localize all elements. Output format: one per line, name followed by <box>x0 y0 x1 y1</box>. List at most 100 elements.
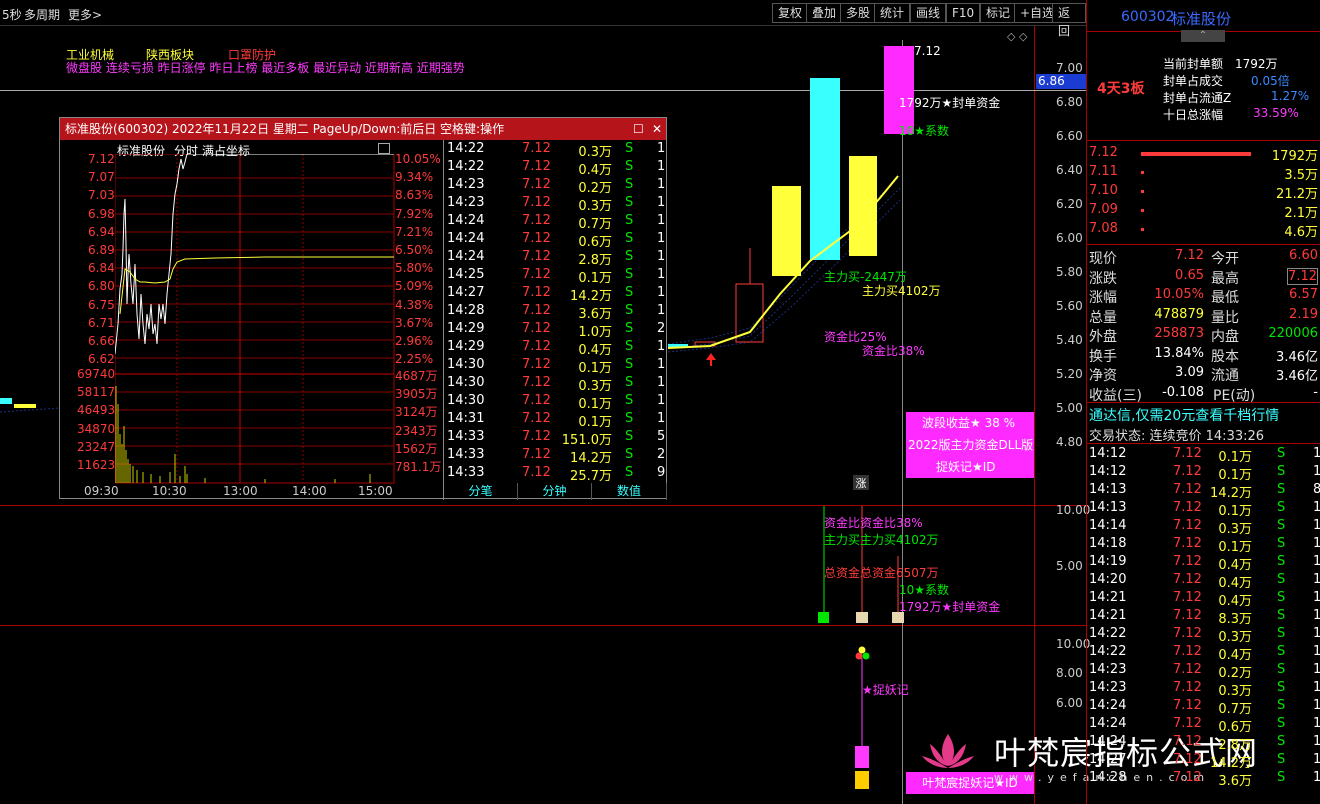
tick-cell: 1 <box>657 195 666 210</box>
tick-side: S <box>1277 770 1286 785</box>
tick-cell: S <box>625 447 634 462</box>
tick-count: 1 <box>1313 464 1320 479</box>
mini-vol-right: 3905万 <box>395 387 438 402</box>
tick-cell: 14:29 <box>447 339 485 354</box>
seal-value: 33.59% <box>1253 106 1299 120</box>
ind-axis-label: 8.00 <box>1056 666 1083 680</box>
f10-button[interactable]: F10 <box>946 3 981 23</box>
mini-right-axis: 5.80% <box>395 261 434 276</box>
tick-cell: S <box>625 357 634 372</box>
tick-cell: S <box>625 141 634 156</box>
tab-ticks[interactable]: 分笔 <box>444 483 518 500</box>
stat-value: 6.57 <box>1289 287 1318 302</box>
stat-label: 涨跌 <box>1089 270 1117 287</box>
tick-count: 1 <box>1313 626 1320 641</box>
overlay-button[interactable]: 叠加 <box>806 3 843 23</box>
tick-side: S <box>1277 518 1286 533</box>
vol-main-buy: 主力买主力买4102万 <box>824 533 939 547</box>
draw-button[interactable]: 画线 <box>910 3 947 23</box>
tab-minutes[interactable]: 分钟 <box>518 483 592 500</box>
tick-cell: S <box>625 303 634 318</box>
back-button[interactable]: 返回 <box>1052 3 1086 38</box>
stat-value: 478879 <box>1154 306 1204 322</box>
mini-chart-menu-icon[interactable] <box>378 143 390 154</box>
tick-row: 14:33 7.12 151.0万 S 5 <box>445 429 667 448</box>
book-bar <box>1141 228 1144 231</box>
tick-cell: 0.4万 <box>578 163 612 178</box>
tick-volume: 0.4万 <box>1218 648 1252 663</box>
collapse-toggle[interactable]: ⌃ <box>1181 30 1225 42</box>
tick-price: 7.12 <box>1173 626 1202 641</box>
limit-up-mark: 涨 <box>853 475 869 490</box>
mini-right-axis: 10.05% <box>395 152 441 166</box>
tick-cell: 14:30 <box>447 375 485 390</box>
promo-link[interactable]: 通达信,仅需20元查看千档行情 <box>1089 405 1279 425</box>
tick-price: 7.12 <box>1173 572 1202 587</box>
book-price: 7.10 <box>1089 183 1118 198</box>
tick-cell: 1 <box>657 249 666 264</box>
quote-header: 600302 标准股份 <box>1087 0 1320 32</box>
mark-button[interactable]: 标记 <box>980 3 1017 23</box>
mini-right-axis: 9.34% <box>395 170 434 185</box>
mini-vol-right: 2343万 <box>395 423 438 438</box>
vol-seal-funds: 1792万★封单资金 <box>899 600 1001 614</box>
price-axis-label: 6.00 <box>1056 231 1083 245</box>
tab-values[interactable]: 数值 <box>592 483 667 500</box>
tick-price: 7.12 <box>1173 770 1202 785</box>
stock-name: 标准股份 <box>1171 10 1232 28</box>
popup-title-text: 标准股份(600302) 2022年11月22日 星期二 PageUp/Down… <box>65 122 505 136</box>
stat-value: 220006 <box>1268 326 1318 341</box>
tick-cell: S <box>625 177 634 192</box>
mini-vol-left: 46493 <box>77 403 116 418</box>
period-5s[interactable]: 5秒 <box>2 6 22 23</box>
tick-time: 14:12 <box>1089 464 1127 479</box>
more-menu[interactable]: 更多> <box>68 6 102 23</box>
tick-row: 14:23 7.12 0.3万 S 1 <box>445 195 667 214</box>
tick-row: 14:33 7.12 25.7万 S 9 <box>445 465 667 484</box>
tick-time: 14:23 <box>1089 662 1127 677</box>
stat-value: 2.19 <box>1289 306 1318 322</box>
tick-side: S <box>1277 716 1286 731</box>
tick-count: 1 <box>1313 554 1320 569</box>
tick-time: 14:19 <box>1089 554 1127 569</box>
stat-value: 0.65 <box>1175 267 1204 283</box>
maximize-icon[interactable]: ☐ <box>633 118 644 140</box>
tick-side: S <box>1277 680 1286 695</box>
mini-right-axis: 7.92% <box>395 206 434 221</box>
quote-panel: 600302 标准股份 ⌃ 4天3板 通达信,仅需20元查看千档行情 交易状态:… <box>1086 0 1320 804</box>
tick-cell: 1 <box>657 177 666 192</box>
tick-cell: 7.12 <box>522 141 551 156</box>
tick-volume: 0.1万 <box>1218 540 1252 555</box>
mini-time-label: 09:30 <box>84 484 119 498</box>
tick-cell: S <box>625 195 634 210</box>
stats-button[interactable]: 统计 <box>874 3 911 23</box>
tick-price: 7.12 <box>1173 608 1202 623</box>
mini-left-axis: 6.94 <box>88 224 115 239</box>
trade-state: 交易状态: 连续竞价 14:33:26 <box>1089 429 1265 444</box>
mini-right-axis: 2.96% <box>395 334 434 348</box>
tick-cell: 1 <box>657 339 666 354</box>
stat-label: 股本 <box>1211 348 1239 365</box>
price-axis-label: 6.80 <box>1056 95 1083 109</box>
multi-period[interactable]: 多周期 <box>24 6 60 23</box>
tick-cell: 14.2万 <box>570 289 612 304</box>
tick-cell: 0.1万 <box>578 397 612 412</box>
divider <box>1087 140 1320 141</box>
tick-cell: 7.12 <box>522 339 551 354</box>
mini-right-axis: 4.38% <box>395 297 434 312</box>
close-icon[interactable]: ✕ <box>652 118 662 140</box>
price-axis-label: 5.20 <box>1056 367 1083 381</box>
seal-label: 十日总涨幅 <box>1163 108 1224 122</box>
fuquan-button[interactable]: 复权 <box>772 3 809 23</box>
seal-label: 当前封单额 <box>1163 57 1224 71</box>
multi-stock-button[interactable]: 多股 <box>840 3 877 23</box>
tick-count: 1 <box>1313 518 1320 533</box>
tick-row: 14:22 7.12 0.3万 S 1 <box>445 141 667 160</box>
tick-time: 14:27 <box>1089 752 1127 767</box>
tick-cell: 2.8万 <box>578 253 612 268</box>
tick-cell: 7.12 <box>522 195 551 210</box>
tick-side: S <box>1277 554 1286 569</box>
tick-price: 7.12 <box>1173 716 1202 731</box>
tick-cell: S <box>625 411 634 426</box>
stat-label: 最低 <box>1211 290 1239 306</box>
